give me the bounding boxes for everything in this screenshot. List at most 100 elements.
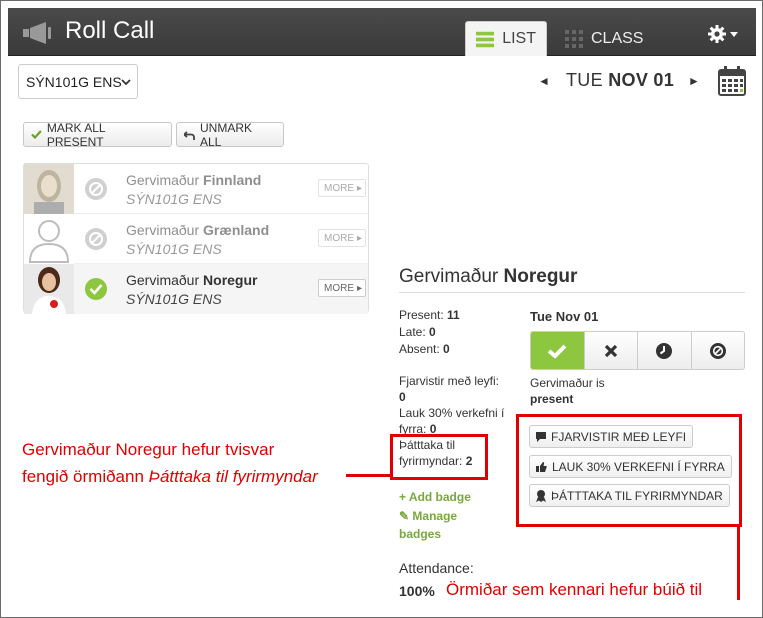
badge-count-item: Fjarvistir með leyfi: 0 — [399, 373, 509, 405]
badge-count-label: Fjarvistir með leyfi: — [399, 374, 500, 388]
mark-excused-button[interactable] — [691, 332, 744, 369]
more-button[interactable]: MORE ▸ — [318, 179, 366, 197]
stat-absent-value: 0 — [443, 342, 450, 356]
stat-absent: Absent: 0 — [399, 342, 450, 356]
stat-late-label: Late: — [399, 325, 426, 339]
student-last-name: Noregur — [203, 272, 258, 288]
more-label: MORE — [324, 232, 354, 244]
tab-class[interactable]: CLASS — [555, 21, 655, 56]
manage-badges-link[interactable]: ✎ Manage badges — [399, 507, 479, 543]
course-select-value: SÝN101G ENS — [26, 73, 122, 90]
present-status-icon[interactable] — [84, 277, 108, 301]
mark-late-button[interactable] — [638, 332, 692, 369]
app-title: Roll Call — [65, 17, 155, 44]
date-rest: NOV 01 — [608, 70, 675, 90]
student-row[interactable]: Gervimaður Noregur SÝN101G ENS MORE ▸ — [24, 264, 368, 314]
detail-first-name: Gervimaður — [399, 266, 499, 287]
caret-right-icon: ▸ — [357, 282, 363, 294]
list-icon — [476, 31, 495, 47]
gear-icon — [708, 25, 726, 43]
student-name: Gervimaður Noregur — [126, 272, 257, 288]
prev-day-button[interactable]: ◄ — [538, 74, 550, 88]
mark-present-button[interactable] — [531, 332, 585, 369]
student-photo-placeholder — [24, 214, 74, 264]
badge-count-value: 0 — [399, 390, 406, 404]
unmark-all-button[interactable]: UNMARK ALL — [176, 120, 284, 149]
chevron-down-icon — [121, 79, 131, 86]
date-day: TUE — [566, 70, 603, 90]
caret-right-icon: ▸ — [357, 182, 363, 194]
app-header: Roll Call LIST CLASS — [8, 8, 756, 56]
detail-date: Tue Nov 01 — [530, 309, 599, 324]
student-row[interactable]: Gervimaður Finnland SÝN101G ENS MORE ▸ — [24, 164, 368, 214]
mark-all-present-label: MARK ALL PRESENT — [46, 120, 106, 149]
student-row[interactable]: Gervimaður Grænland SÝN101G ENS MORE ▸ — [24, 214, 368, 264]
unmark-all-label: UNMARK ALL — [200, 120, 253, 149]
student-first-name: Gervimaður — [126, 222, 200, 238]
clock-icon — [656, 342, 673, 359]
pencil-icon: ✎ — [399, 509, 410, 523]
stat-late-value: 0 — [429, 325, 436, 339]
highlight-box-badges — [516, 414, 742, 527]
stat-late: Late: 0 — [399, 325, 436, 339]
student-photo — [24, 264, 74, 314]
annotation-connector — [737, 526, 740, 600]
current-date: TUE NOV 01 — [566, 70, 674, 91]
attendance-label: Attendance: — [399, 560, 474, 576]
next-day-button[interactable]: ► — [688, 74, 700, 88]
stat-present: Present: 11 — [399, 308, 460, 322]
stat-present-label: Present: — [399, 308, 444, 322]
student-name: Gervimaður Finnland — [126, 172, 261, 188]
detail-student-name: Gervimaður Noregur — [399, 266, 577, 288]
annotation-text-italic: Þátttaka til fyrirmyndar — [148, 467, 318, 486]
mark-absent-button[interactable] — [584, 332, 638, 369]
annotation-text: Gervimaður Noregur hefur tvisvar — [22, 440, 275, 459]
stat-absent-label: Absent: — [399, 342, 440, 356]
excused-status-icon[interactable] — [84, 177, 108, 201]
check-icon — [31, 130, 42, 139]
detail-last-name: Noregur — [503, 266, 578, 287]
course-select[interactable]: SÝN101G ENS — [18, 64, 138, 99]
mark-all-present-button[interactable]: MARK ALL PRESENT — [23, 120, 172, 149]
grid-icon — [565, 29, 583, 48]
student-course: SÝN101G ENS — [126, 291, 222, 307]
annotation-text-part: fengið örmiðann — [22, 467, 149, 486]
annotation-connector — [346, 474, 391, 477]
settings-menu[interactable] — [708, 23, 744, 45]
more-label: MORE — [324, 282, 354, 294]
more-button[interactable]: MORE ▸ — [318, 279, 366, 297]
calendar-icon[interactable] — [718, 66, 746, 96]
student-last-name: Finnland — [203, 172, 262, 188]
student-last-name: Grænland — [203, 222, 270, 238]
annotation-text: fengið örmiðann Þátttaka til fyrirmyndar — [22, 467, 318, 487]
student-first-name: Gervimaður — [126, 172, 200, 188]
stat-present-value: 11 — [447, 308, 460, 322]
more-button[interactable]: MORE ▸ — [318, 229, 366, 247]
add-badge-link[interactable]: + Add badge — [399, 490, 471, 504]
excused-status-icon[interactable] — [84, 227, 108, 251]
annotation-text: Örmiðar sem kennari hefur búið til — [446, 580, 707, 600]
student-name: Gervimaður Grænland — [126, 222, 269, 238]
tab-list-label: LIST — [502, 30, 536, 47]
student-first-name: Gervimaður — [126, 272, 200, 288]
attendance-percentage: 100% — [399, 583, 435, 599]
excused-icon — [709, 342, 726, 359]
tab-list[interactable]: LIST — [465, 21, 547, 56]
attendance-status-text: Gervimaður is present — [530, 375, 605, 407]
tab-class-label: CLASS — [591, 29, 644, 47]
student-list: Gervimaður Finnland SÝN101G ENS MORE ▸ Ge… — [23, 163, 369, 314]
student-course: SÝN101G ENS — [126, 191, 222, 207]
status-word: present — [530, 392, 574, 406]
undo-icon — [184, 130, 195, 140]
caret-down-icon — [730, 31, 738, 37]
highlight-box-badge-count — [390, 434, 488, 480]
badge-count-label: Lauk 30% verkefni í fyrra: — [399, 406, 505, 436]
badge-count-item: Lauk 30% verkefni í fyrra: 0 — [399, 405, 509, 437]
check-icon — [547, 344, 567, 359]
caret-right-icon: ▸ — [357, 232, 363, 244]
student-photo — [24, 164, 74, 214]
student-course: SÝN101G ENS — [126, 241, 222, 257]
divider — [399, 292, 745, 293]
status-prefix: Gervimaður is — [530, 376, 605, 390]
megaphone-icon — [23, 22, 51, 44]
